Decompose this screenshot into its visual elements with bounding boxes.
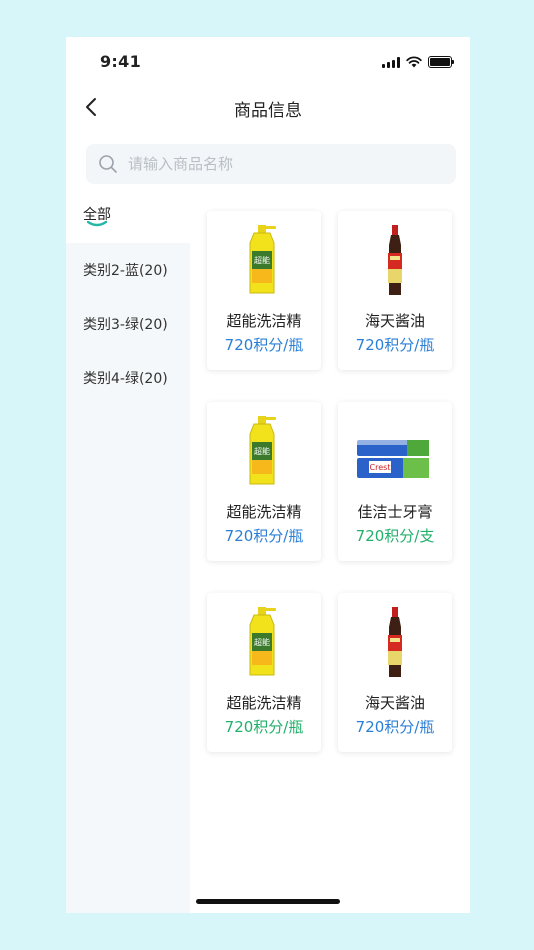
status-bar: 9:41 (66, 37, 470, 85)
product-name: 海天酱油 (364, 694, 425, 712)
product-card[interactable]: 超能 超能洗洁精 720积分/瓶 (207, 211, 321, 370)
product-name: 超能洗洁精 (226, 503, 302, 521)
product-name: 超能洗洁精 (226, 312, 302, 330)
product-price: 720积分/瓶 (224, 527, 304, 545)
product-price: 720积分/瓶 (355, 336, 435, 354)
sidebar-item-category-4[interactable]: 类别4-绿(20) (66, 351, 190, 405)
product-name: 超能洗洁精 (226, 694, 302, 712)
battery-icon (428, 56, 454, 68)
product-card[interactable]: 超能 超能洗洁精 720积分/瓶 (207, 402, 321, 561)
status-time: 9:41 (100, 52, 141, 71)
soy-sauce-bottle-icon (388, 225, 402, 295)
soy-sauce-bottle-icon (388, 607, 402, 677)
active-indicator-icon (87, 221, 107, 227)
sidebar-item-label: 类别2-蓝(20) (83, 263, 168, 279)
search-input[interactable] (128, 155, 448, 173)
svg-text:超能: 超能 (254, 255, 270, 265)
sidebar-item-label: 类别3-绿(20) (83, 317, 168, 333)
search-bar[interactable] (86, 144, 456, 184)
sidebar-item-category-3[interactable]: 类别3-绿(20) (66, 297, 190, 351)
search-icon (99, 155, 117, 173)
dish-soap-bottle-icon: 超能 (249, 416, 276, 485)
toothpaste-box-icon: Crest (357, 440, 429, 478)
sidebar-item-label: 类别4-绿(20) (83, 371, 168, 387)
product-price: 720积分/瓶 (224, 336, 304, 354)
product-name: 海天酱油 (364, 312, 425, 330)
product-card[interactable]: 海天酱油 720积分/瓶 (338, 593, 452, 752)
sidebar-item-all[interactable]: 全部 (66, 185, 190, 243)
page-title: 商品信息 (234, 101, 302, 121)
product-price: 720积分/支 (355, 527, 435, 545)
product-grid: 超能 超能洗洁精 720积分/瓶 海天酱油 720积分/瓶 超能 超能洗洁精 7… (207, 211, 452, 752)
dish-soap-bottle-icon: 超能 (249, 607, 276, 676)
product-card[interactable]: Crest 佳洁士牙膏 720积分/支 (338, 402, 452, 561)
svg-text:Crest: Crest (370, 463, 391, 472)
phone-screen: 9:41 商品信息 全部 (66, 37, 470, 913)
cellular-signal-icon (382, 56, 400, 68)
svg-text:超能: 超能 (254, 446, 270, 456)
wifi-icon (406, 56, 422, 68)
category-sidebar: 全部 类别2-蓝(20) 类别3-绿(20) 类别4-绿(20) (66, 185, 190, 913)
svg-text:超能: 超能 (254, 637, 270, 647)
product-price: 720积分/瓶 (355, 718, 435, 736)
product-price: 720积分/瓶 (224, 718, 304, 736)
status-icons (382, 56, 454, 68)
dish-soap-bottle-icon: 超能 (249, 225, 276, 294)
nav-bar: 商品信息 (66, 85, 470, 129)
product-card[interactable]: 海天酱油 720积分/瓶 (338, 211, 452, 370)
product-name: 佳洁士牙膏 (357, 503, 433, 521)
home-indicator (196, 899, 340, 904)
sidebar-item-category-2[interactable]: 类别2-蓝(20) (66, 243, 190, 297)
product-card[interactable]: 超能 超能洗洁精 720积分/瓶 (207, 593, 321, 752)
